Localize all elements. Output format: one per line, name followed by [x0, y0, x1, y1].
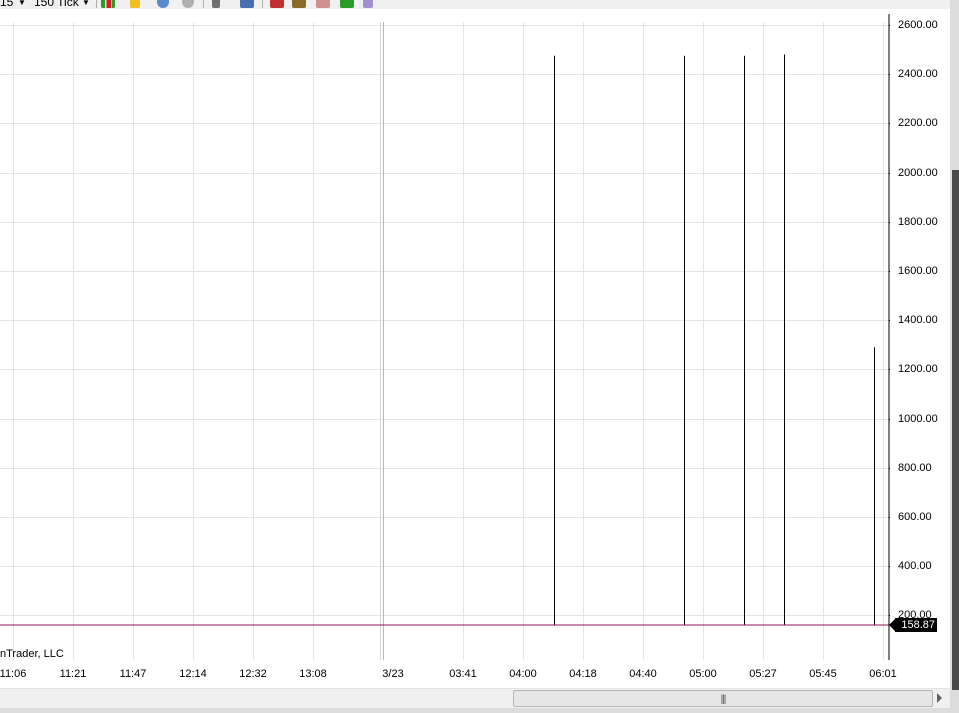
y-axis-label: 800.00 [898, 461, 932, 474]
x-axis-label: 12:14 [179, 668, 207, 680]
current-price-tag: 158.87 [895, 618, 937, 632]
window-bottom-border [0, 708, 959, 713]
x-axis-label: 04:00 [509, 668, 537, 680]
y-axis-label: 600.00 [898, 511, 932, 523]
x-axis-label: 05:45 [809, 668, 837, 680]
y-axis-label: 2600.00 [898, 19, 938, 31]
copyright-text: nTrader, LLC [0, 648, 64, 660]
y-axis-label: 2400.00 [898, 68, 938, 81]
chart-grid [0, 22, 889, 660]
scrollbar-thumb[interactable]: ||| [513, 690, 933, 707]
y-axis-label: 1000.00 [898, 412, 938, 425]
x-axis-label: 12:32 [239, 668, 267, 680]
vertical-scrollbar-thumb[interactable] [952, 170, 959, 690]
scrollbar-grip-icon: ||| [720, 694, 727, 705]
y-axis-label: 1400.00 [898, 314, 938, 327]
x-axis-label: 05:00 [689, 668, 717, 680]
price-bars [554, 54, 875, 625]
y-axis-label: 1800.00 [898, 215, 938, 228]
y-axis-label: 1600.00 [898, 265, 938, 277]
x-axis-label: 03:41 [449, 668, 477, 680]
x-axis-label: 06:01 [869, 668, 897, 680]
price-chart[interactable] [0, 0, 890, 660]
y-axis-label: 2200.00 [898, 117, 938, 130]
x-axis-label: 13:08 [299, 668, 327, 680]
y-axis-label: 400.00 [898, 560, 932, 573]
y-axis-label: 1200.00 [898, 363, 938, 376]
x-axis-label: 11:21 [59, 668, 87, 680]
y-axis-label: 2000.00 [898, 166, 938, 179]
x-axis-label: 11:06 [0, 668, 27, 680]
scroll-right-arrow-icon[interactable] [937, 693, 942, 703]
x-axis-label: 04:40 [629, 668, 657, 680]
x-axis-label: 3/23 [382, 668, 404, 680]
x-axis-label: 05:27 [749, 668, 777, 680]
x-axis-label: 04:18 [569, 668, 597, 680]
horizontal-scrollbar[interactable]: ||| [0, 688, 950, 709]
x-axis-label: 11:47 [119, 668, 147, 680]
